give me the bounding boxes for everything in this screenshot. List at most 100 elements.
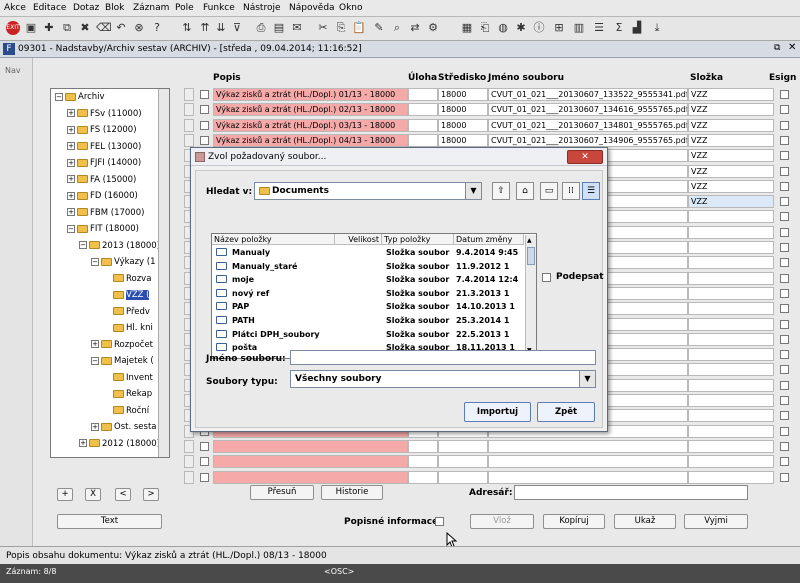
esign-checkbox[interactable]: [780, 319, 789, 329]
adresar-input[interactable]: [514, 485, 748, 500]
cell-slozka[interactable]: [688, 424, 774, 438]
cell-jmeno[interactable]: CVUT_01_021___20130607_133522_9555341.pd…: [488, 88, 688, 101]
esign-checkbox[interactable]: [780, 227, 789, 237]
row-checkbox[interactable]: [200, 90, 209, 99]
collapse-icon[interactable]: −: [79, 241, 87, 249]
tree-node[interactable]: +Roční: [103, 403, 149, 419]
cell-jmeno[interactable]: [488, 470, 688, 484]
list-icon[interactable]: ☰: [592, 21, 606, 35]
cell-stredisko[interactable]: 18000: [438, 88, 488, 101]
tree-node[interactable]: + Rozpočet: [91, 337, 153, 353]
tree-node[interactable]: − FIT (18000): [67, 221, 139, 237]
remove-node-button[interactable]: X: [85, 488, 101, 501]
cell-slozka[interactable]: [688, 302, 774, 316]
esign-checkbox[interactable]: [780, 426, 789, 436]
cell-slozka[interactable]: [688, 286, 774, 300]
tree-node[interactable]: − 2013 (18000): [79, 238, 160, 254]
tree-node[interactable]: + FBM (17000): [67, 205, 144, 221]
grid-icon[interactable]: ⊞: [552, 21, 566, 35]
edit-icon[interactable]: ✎: [372, 21, 386, 35]
esign-checkbox[interactable]: [780, 380, 789, 390]
table-icon[interactable]: ▥: [572, 21, 586, 35]
expand-icon[interactable]: +: [67, 191, 75, 200]
col-type-header[interactable]: Typ položky: [382, 234, 454, 245]
row-checkbox[interactable]: [200, 105, 209, 115]
expand-icon[interactable]: +: [67, 125, 75, 134]
home-folder-icon[interactable]: ⌂: [516, 182, 534, 200]
collapse-icon[interactable]: −: [67, 224, 75, 233]
row-indicator[interactable]: [184, 470, 194, 484]
tree-node[interactable]: + FD (16000): [67, 188, 138, 204]
tree-node[interactable]: + FJFI (14000): [67, 155, 141, 171]
popisne-informace-checkbox[interactable]: [435, 517, 444, 526]
cell-popis[interactable]: [213, 455, 408, 469]
tree-node[interactable]: +2012 (18000): [79, 436, 160, 452]
expand-icon[interactable]: +: [91, 422, 99, 431]
esign-checkbox[interactable]: [780, 197, 789, 207]
cell-stredisko[interactable]: 18000: [438, 103, 488, 117]
menu-editace[interactable]: Editace: [33, 3, 66, 13]
export-icon[interactable]: ⤓: [650, 21, 664, 35]
row-indicator[interactable]: [184, 455, 194, 469]
cell-stredisko[interactable]: [438, 439, 488, 453]
clear-icon[interactable]: ⌫: [96, 21, 112, 35]
file-row[interactable]: Plátci DPH_soubory Složka soubor 22.5.2013…: [212, 328, 522, 341]
dialog-close-button[interactable]: ✕: [567, 150, 603, 164]
row-checkbox[interactable]: [200, 120, 209, 130]
expand-icon[interactable]: +: [67, 158, 75, 167]
filename-input[interactable]: [290, 350, 596, 365]
row-checkbox[interactable]: [200, 135, 209, 145]
cell-stredisko[interactable]: [438, 470, 488, 484]
col-date-header[interactable]: Datum změny: [454, 234, 524, 245]
chart-icon[interactable]: ▟: [630, 21, 644, 35]
lock-icon[interactable]: ⊗: [132, 21, 146, 35]
expand-icon[interactable]: +: [67, 142, 75, 150]
collapse-icon[interactable]: −: [91, 257, 99, 266]
esign-checkbox[interactable]: [780, 135, 789, 145]
import-button[interactable]: Importuj: [464, 402, 531, 422]
podepsat-checkbox[interactable]: [542, 273, 551, 282]
esign-checkbox[interactable]: [780, 181, 789, 191]
print-icon[interactable]: ⎙: [254, 21, 268, 35]
cell-slozka[interactable]: VZZ: [688, 103, 774, 117]
cell-slozka[interactable]: VZZ: [688, 133, 774, 147]
chevron-down-icon[interactable]: ▼: [579, 371, 595, 387]
vloz-button[interactable]: Vlož: [470, 514, 534, 529]
attach-icon[interactable]: ⎗: [478, 21, 492, 35]
new-folder-icon[interactable]: ▭: [540, 182, 558, 200]
settings-icon[interactable]: ✱: [514, 21, 528, 35]
esign-checkbox[interactable]: [780, 304, 789, 314]
ukaz-button[interactable]: Ukaž: [614, 514, 676, 529]
col-size-header[interactable]: Velikost: [335, 234, 382, 245]
vyjmi-button[interactable]: Vyjmi: [684, 514, 748, 529]
copy-record-icon[interactable]: ⧉: [60, 21, 74, 35]
cell-uloha[interactable]: [408, 470, 438, 484]
delete-record-icon[interactable]: ✖: [78, 21, 92, 35]
undo-icon[interactable]: ↶: [114, 21, 128, 35]
cell-jmeno[interactable]: CVUT_01_021___20130607_134616_9555765.pd…: [488, 103, 688, 117]
cell-stredisko[interactable]: 18000: [438, 118, 488, 132]
cell-popis[interactable]: [213, 470, 408, 484]
file-row[interactable]: PATH Složka soubor 25.3.2014 1: [212, 314, 522, 327]
tree-node[interactable]: + Ost. sesta: [91, 419, 156, 435]
file-row[interactable]: moje Složka soubor 7.4.2014 12:4: [212, 273, 522, 286]
tree-node[interactable]: + FEL (13000): [67, 139, 141, 155]
tool-icon[interactable]: ⚙: [426, 21, 440, 35]
row-checkbox[interactable]: [200, 457, 209, 467]
esign-checkbox[interactable]: [780, 441, 789, 451]
close-window-icon[interactable]: ✕: [788, 42, 796, 53]
cell-jmeno[interactable]: CVUT_01_021___20130607_134801_9555765.pd…: [488, 118, 688, 132]
esign-checkbox[interactable]: [780, 166, 789, 176]
esign-checkbox[interactable]: [780, 411, 789, 421]
expand-icon[interactable]: +: [91, 340, 99, 348]
preview-icon[interactable]: ▤: [272, 21, 286, 35]
add-node-button[interactable]: +: [57, 488, 73, 501]
tree-node[interactable]: − Archiv: [55, 89, 105, 105]
esign-checkbox[interactable]: [780, 288, 789, 298]
cell-uloha[interactable]: [408, 439, 438, 453]
filetype-combo[interactable]: Všechny soubory ▼: [290, 370, 596, 388]
info-icon[interactable]: ⓘ: [532, 21, 546, 35]
file-row[interactable]: Manualy Složka soubor 9.4.2014 9:45: [212, 246, 522, 259]
tree-node[interactable]: − Majetek (: [91, 353, 154, 369]
save-icon[interactable]: ▣: [24, 21, 38, 35]
